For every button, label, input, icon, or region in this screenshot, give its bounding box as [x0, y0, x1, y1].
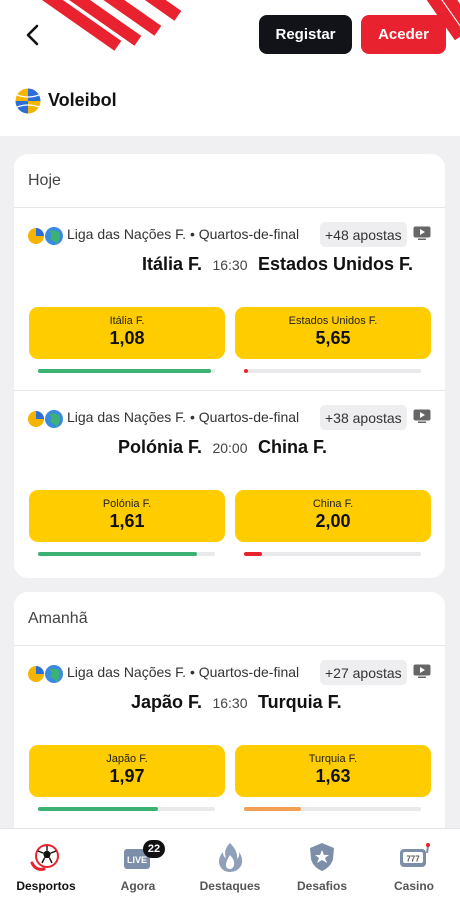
divider	[14, 645, 445, 646]
away-team: Estados Unidos F.	[258, 254, 414, 274]
flame-icon	[219, 843, 243, 872]
probability-bar-home	[38, 552, 215, 556]
nav-item-casino[interactable]: 777 Casino	[368, 829, 460, 900]
probability-fill	[38, 552, 198, 556]
match-row[interactable]: Liga das Nações F. • Quartos-de-final +4…	[14, 212, 445, 392]
volleyball-globe-icon	[28, 227, 63, 245]
svg-text:777: 777	[406, 855, 420, 864]
star-shield-icon	[310, 843, 334, 871]
probability-fill	[38, 807, 159, 811]
tv-icon	[413, 409, 431, 423]
sport-title: Voleibol	[48, 90, 117, 110]
bottom-navigation: Desportos LIVE 22 Agora Destaques Desafi…	[0, 828, 460, 900]
nav-label: Casino	[393, 879, 434, 893]
nav-item-desafios[interactable]: Desafios	[276, 829, 368, 900]
probability-fill	[244, 807, 301, 811]
divider	[14, 390, 445, 391]
probability-bar-away	[244, 369, 421, 373]
odd-button-away[interactable]: China F. 2,00	[235, 490, 431, 542]
divider	[14, 207, 445, 208]
more-bets-badge[interactable]: +27 apostas	[320, 660, 407, 685]
home-team: Japão F.	[130, 692, 202, 712]
back-button[interactable]	[18, 20, 48, 50]
nav-label: Desportos	[16, 879, 76, 893]
live-count-badge: 22	[143, 840, 165, 858]
probability-bar-away	[244, 807, 421, 811]
league-name: Liga das Nações F. • Quartos-de-final	[67, 664, 300, 680]
odd-value: 1,63	[315, 766, 351, 786]
odd-label: Estados Unidos F.	[288, 315, 378, 327]
volleyball-icon	[14, 87, 42, 115]
probability-fill	[244, 552, 262, 556]
chevron-left-icon	[26, 24, 39, 46]
football-icon	[30, 844, 59, 871]
slot-machine-icon: 777	[400, 843, 430, 867]
match-time: 20:00	[212, 440, 248, 456]
league-name: Liga das Nações F. • Quartos-de-final	[67, 226, 300, 242]
odd-label: China F.	[312, 498, 354, 510]
odd-label: Japão F.	[106, 753, 148, 765]
home-team: Polónia F.	[117, 437, 202, 457]
more-bets-badge[interactable]: +48 apostas	[320, 222, 407, 247]
odd-button-home[interactable]: Japão F. 1,97	[29, 745, 225, 797]
odd-button-home[interactable]: Polónia F. 1,61	[29, 490, 225, 542]
match-time: 16:30	[212, 257, 248, 273]
odd-button-away[interactable]: Turquia F. 1,63	[235, 745, 431, 797]
tv-icon	[413, 226, 431, 240]
tomorrow-card: Amanhã Liga das Nações F. • Quartos-de-f…	[14, 592, 445, 842]
odd-label: Turquia F.	[308, 753, 358, 765]
home-team: Itália F.	[141, 254, 202, 274]
section-title-tomorrow: Amanhã	[28, 610, 88, 627]
odd-button-away[interactable]: Estados Unidos F. 5,65	[235, 307, 431, 359]
nav-label: Desafios	[296, 879, 348, 893]
login-button[interactable]: Aceder	[361, 15, 446, 54]
away-team: China F.	[258, 437, 328, 457]
volleyball-globe-icon	[28, 410, 63, 428]
match-row[interactable]: Liga das Nações F. • Quartos-de-final +2…	[14, 650, 445, 830]
nav-label: Agora	[120, 879, 156, 893]
league-name: Liga das Nações F. • Quartos-de-final	[67, 409, 300, 425]
odd-value: 2,00	[315, 511, 351, 531]
match-time: 16:30	[212, 695, 248, 711]
away-team: Turquia F.	[258, 692, 342, 712]
probability-bar-away	[244, 552, 421, 556]
probability-bar-home	[38, 369, 215, 373]
odd-value: 1,97	[109, 766, 145, 786]
match-row[interactable]: Liga das Nações F. • Quartos-de-final +3…	[14, 395, 445, 575]
odd-value: 1,08	[109, 328, 145, 348]
top-header: Registar Aceder	[0, 0, 460, 68]
odd-value: 1,61	[109, 511, 145, 531]
more-bets-badge[interactable]: +38 apostas	[320, 405, 407, 430]
section-title-today: Hoje	[28, 172, 61, 189]
probability-fill	[244, 369, 248, 373]
odd-label: Polónia F.	[102, 498, 152, 510]
volleyball-globe-icon	[28, 665, 63, 683]
odd-button-home[interactable]: Itália F. 1,08	[29, 307, 225, 359]
odd-value: 5,65	[315, 328, 351, 348]
nav-item-agora[interactable]: LIVE 22 Agora	[92, 829, 184, 900]
today-card: Hoje Liga das Nações F. • Quartos-de-fin…	[14, 154, 445, 578]
odd-label: Itália F.	[109, 315, 145, 327]
register-button[interactable]: Registar	[259, 15, 352, 54]
tv-icon	[413, 664, 431, 678]
nav-item-desportos[interactable]: Desportos	[0, 829, 92, 900]
nav-item-destaques[interactable]: Destaques	[184, 829, 276, 900]
probability-fill	[38, 369, 212, 373]
nav-label: Destaques	[199, 879, 261, 893]
svg-text:LIVE: LIVE	[127, 855, 147, 865]
probability-bar-home	[38, 807, 215, 811]
